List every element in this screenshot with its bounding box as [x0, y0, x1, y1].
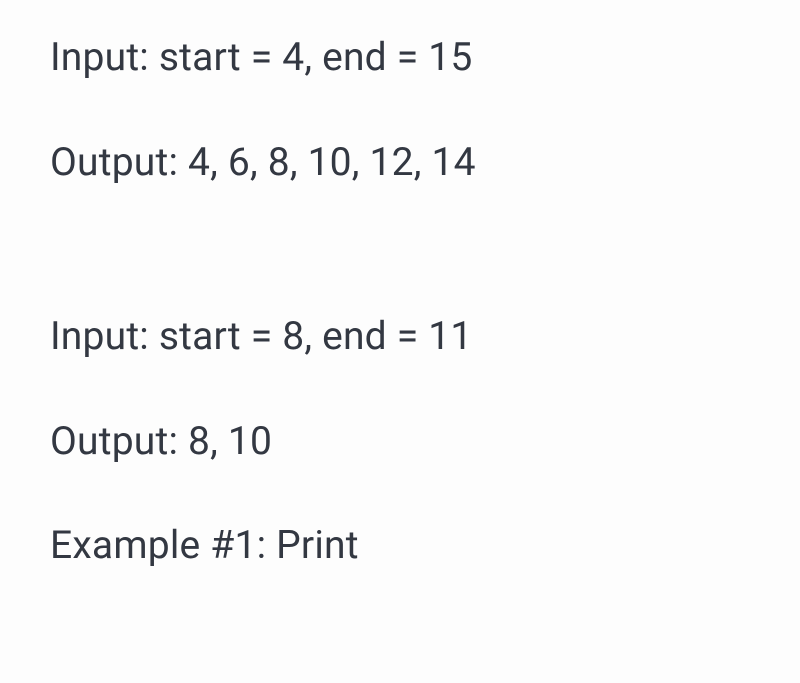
section-gap: [50, 239, 750, 309]
output-line-2: Output: 8, 10: [50, 414, 750, 469]
input-line-1: Input: start = 4, end = 15: [50, 30, 750, 85]
output-line-1: Output: 4, 6, 8, 10, 12, 14: [50, 135, 750, 190]
example-heading: Example #1: Print: [50, 518, 750, 573]
input-line-2: Input: start = 8, end = 11: [50, 309, 750, 364]
